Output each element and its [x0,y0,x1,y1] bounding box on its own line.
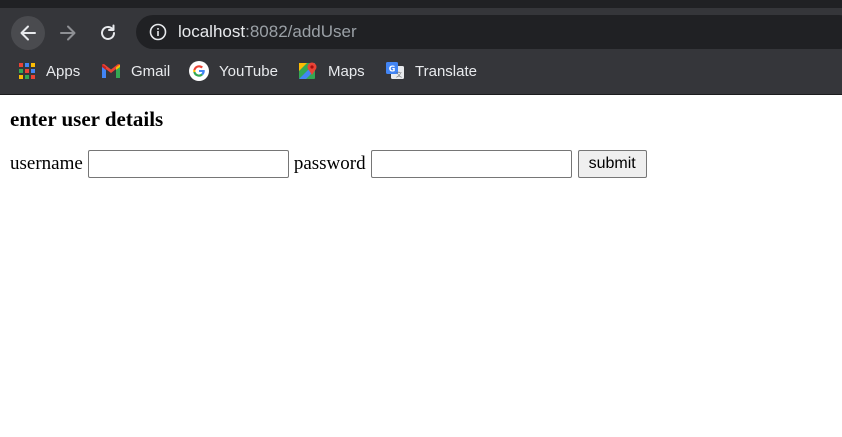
username-label: username [10,153,83,174]
bookmark-label: Maps [328,62,365,80]
forward-button[interactable] [51,16,85,50]
reload-icon [101,24,115,40]
gmail-icon [102,64,120,78]
page-title: enter user details [10,107,164,131]
add-user-form: username password submit [10,150,832,178]
bookmarks-bar: Apps Gmail YouTube Maps G 文 Translate [0,55,842,87]
arrow-left-icon [20,25,36,41]
tab-strip [0,0,842,8]
svg-text:G: G [389,65,396,74]
bookmark-label: Translate [415,62,477,80]
url-host: localhost [178,22,246,41]
bookmark-label: YouTube [219,62,278,80]
back-button[interactable] [11,16,45,50]
google-icon [189,61,209,81]
apps-grid-icon [19,63,35,79]
bookmark-label: Apps [46,62,81,80]
password-label: password [293,153,366,174]
password-input[interactable] [370,150,572,178]
page-content: enter user details username password sub… [0,95,842,437]
translate-icon: G 文 [386,62,404,79]
username-input[interactable] [87,150,289,178]
address-bar[interactable]: localhost:8082/addUser [136,15,842,49]
bookmark-translate[interactable]: G 文 Translate [385,59,477,83]
bookmark-youtube[interactable]: YouTube [189,59,278,83]
bookmark-apps[interactable]: Apps [18,59,80,83]
info-icon[interactable] [149,23,167,41]
maps-icon [299,62,317,79]
reload-button[interactable] [91,16,125,50]
svg-text:文: 文 [396,71,402,79]
browser-toolbar: localhost:8082/addUser [0,8,842,55]
url-path: :8082/addUser [245,22,357,41]
bookmark-label: Gmail [131,62,171,80]
url-text[interactable]: localhost:8082/addUser [178,21,357,43]
browser-chrome: localhost:8082/addUser Apps Gmail YouTub… [0,0,842,95]
submit-button[interactable]: submit [577,150,647,178]
bookmark-gmail[interactable]: Gmail [101,59,170,83]
arrow-right-icon [60,25,76,41]
bookmark-maps[interactable]: Maps [298,59,365,83]
